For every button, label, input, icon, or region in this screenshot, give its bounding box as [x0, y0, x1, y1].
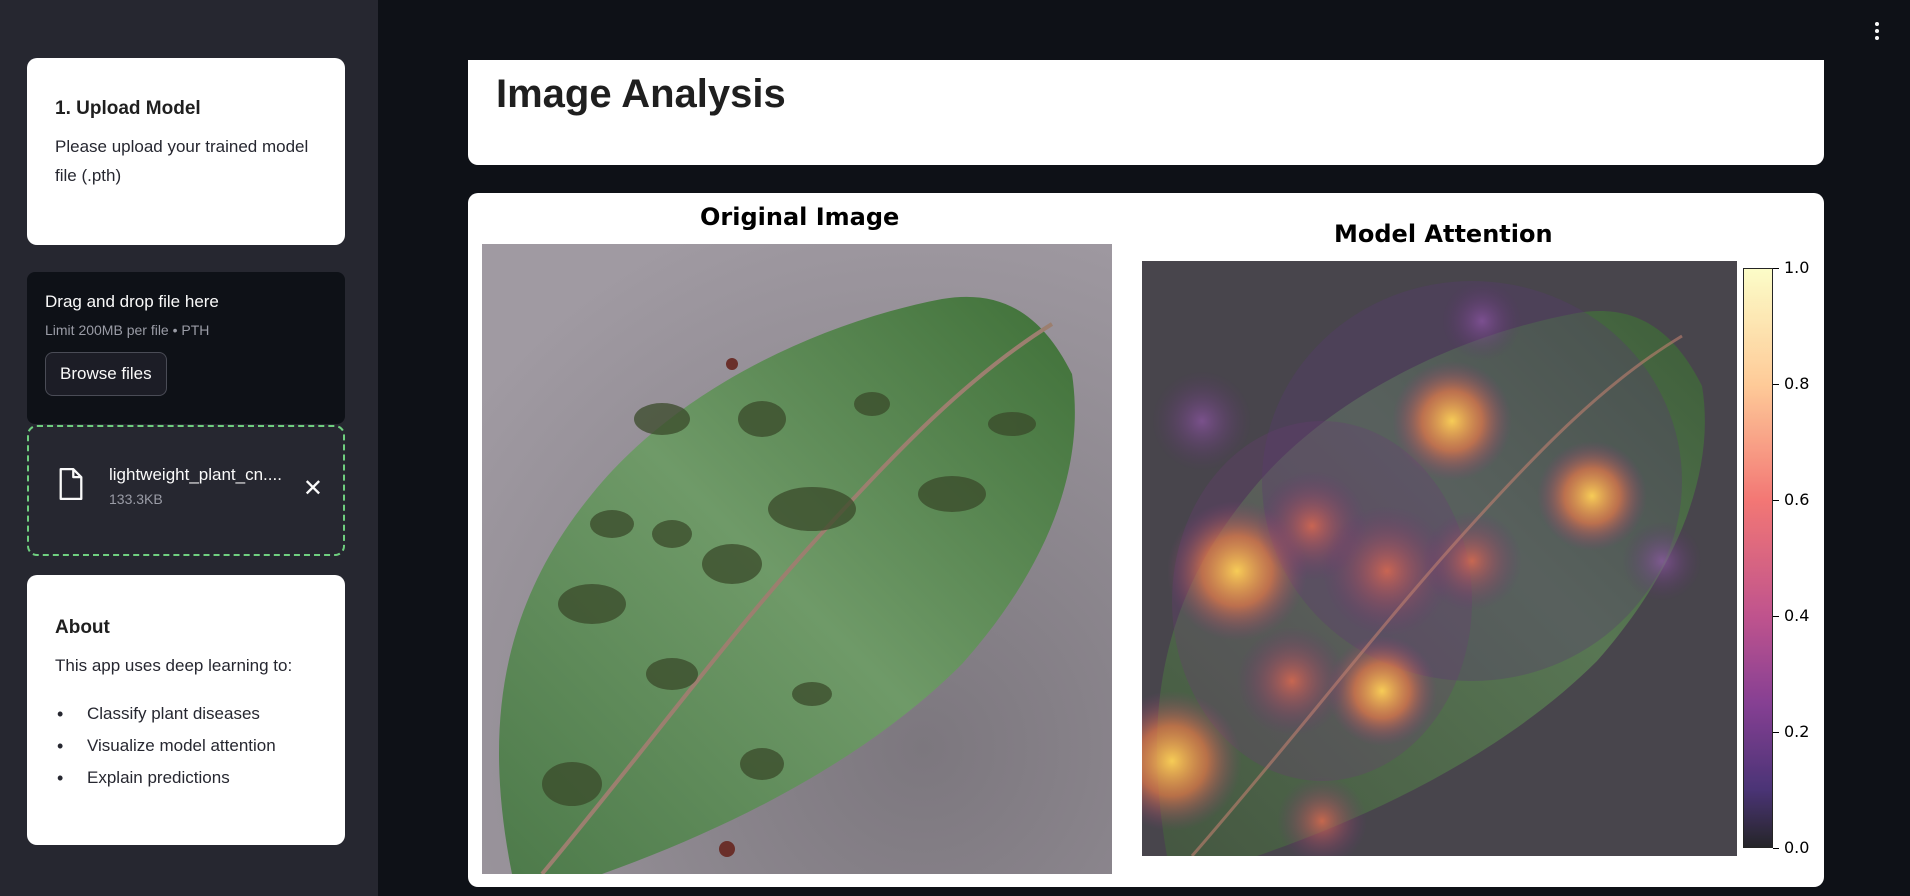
upload-model-instructions: Please upload your trained model file (.… — [55, 137, 309, 185]
upload-model-title: 1. Upload Model — [55, 98, 201, 119]
dropzone-limit: Limit 200MB per file • PTH — [45, 322, 210, 338]
colorbar-tick — [1773, 268, 1779, 269]
about-title: About — [55, 617, 110, 638]
dropzone-title: Drag and drop file here — [45, 292, 219, 311]
colorbar-tick — [1773, 848, 1779, 849]
attention-heatmap-image — [1142, 261, 1737, 856]
colorbar-tick — [1773, 500, 1779, 501]
uploaded-file-name: lightweight_plant_cn.... — [109, 465, 282, 484]
colorbar-label: 0.6 — [1784, 490, 1810, 509]
about-card: About This app uses deep learning to: Cl… — [27, 575, 345, 845]
close-icon[interactable]: ✕ — [303, 477, 323, 501]
more-menu-icon[interactable] — [1870, 22, 1884, 46]
original-leaf-image — [482, 244, 1112, 874]
attention-colorbar — [1743, 268, 1773, 848]
colorbar-label: 0.2 — [1784, 722, 1810, 741]
list-item: Explain predictions — [55, 762, 317, 794]
title-card: Image Analysis — [468, 60, 1824, 165]
list-item: Classify plant diseases — [55, 698, 317, 730]
analysis-figure: Original Image Model Attention 1.0 0.8 0… — [468, 193, 1824, 887]
colorbar-label: 0.4 — [1784, 606, 1810, 625]
model-attention-title: Model Attention — [1334, 220, 1553, 248]
about-text: This app uses deep learning to: — [55, 656, 293, 675]
colorbar-label: 1.0 — [1784, 258, 1810, 277]
colorbar-tick — [1773, 384, 1779, 385]
sidebar: 1. Upload Model Please upload your train… — [0, 0, 378, 896]
uploaded-file-item: lightweight_plant_cn.... 133.3KB ✕ — [27, 425, 345, 556]
upload-model-card: 1. Upload Model Please upload your train… — [27, 58, 345, 245]
about-list: Classify plant diseases Visualize model … — [55, 698, 317, 794]
page-title: Image Analysis — [496, 72, 786, 116]
file-dropzone[interactable]: Drag and drop file here Limit 200MB per … — [27, 272, 345, 424]
browse-files-button[interactable]: Browse files — [45, 352, 167, 396]
colorbar-tick — [1773, 732, 1779, 733]
list-item: Visualize model attention — [55, 730, 317, 762]
colorbar-label: 0.8 — [1784, 374, 1810, 393]
colorbar-label: 0.0 — [1784, 838, 1810, 857]
uploaded-file-size: 133.3KB — [109, 491, 163, 507]
colorbar-tick — [1773, 616, 1779, 617]
original-image-title: Original Image — [700, 203, 900, 231]
file-icon — [59, 468, 83, 500]
